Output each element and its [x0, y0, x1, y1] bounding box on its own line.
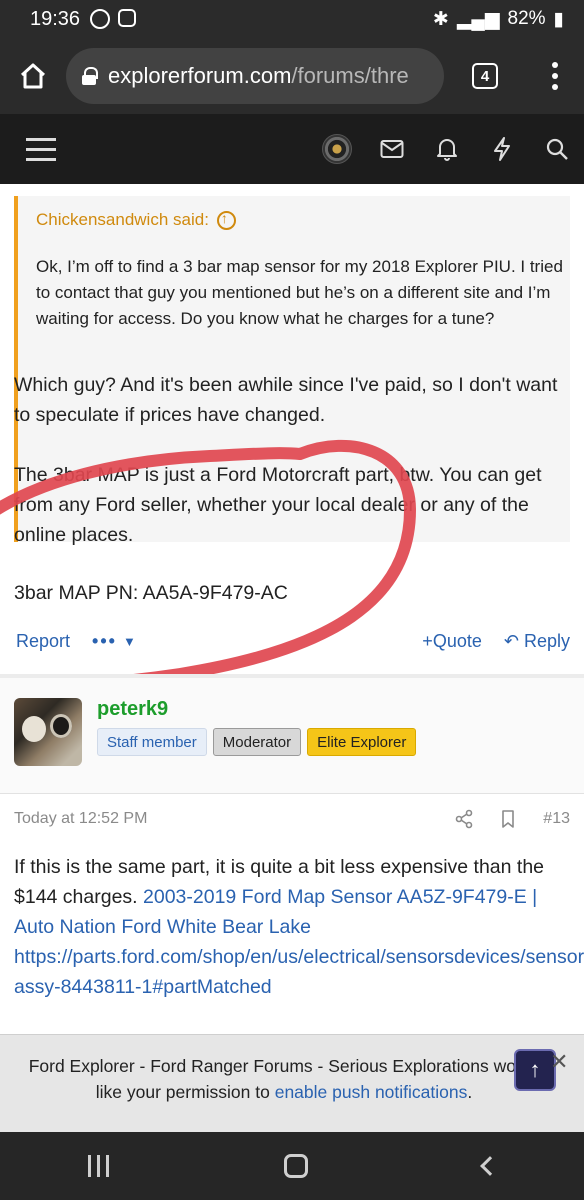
- arrow-up-icon: ↑: [529, 1057, 541, 1082]
- status-bar: 19:36 ✱ ▂▄▆ 82% ▮: [0, 0, 584, 38]
- post-meta: Today at 12:52 PM #13: [0, 794, 584, 844]
- post-paragraph: The 3bar MAP is just a Ford Motorcraft p…: [14, 464, 542, 546]
- share-icon[interactable]: [455, 809, 473, 829]
- envelope-icon: [380, 140, 403, 158]
- battery-icon: ▮: [553, 8, 564, 30]
- search-button[interactable]: [529, 114, 584, 184]
- tab-switcher-button[interactable]: 4: [444, 63, 526, 89]
- bluetooth-icon: ✱: [432, 8, 449, 30]
- post-actions: Report ••• ▼ +Quote ↶ Reply: [16, 626, 570, 656]
- status-time: 19:36: [30, 7, 81, 30]
- push-notification-banner: Ford Explorer - Ford Ranger Forums - Ser…: [0, 1034, 584, 1132]
- post-author-block: peterk9 Staff member Moderator Elite Exp…: [0, 678, 584, 794]
- account-avatar-button[interactable]: [309, 114, 364, 184]
- username-link[interactable]: peterk9: [97, 698, 168, 721]
- post-timestamp[interactable]: Today at 12:52 PM: [14, 810, 147, 828]
- quote-button[interactable]: +Quote: [422, 631, 482, 652]
- whatsapp-icon: [90, 9, 111, 29]
- browser-toolbar: explorerforum.com/forums/thre 4: [0, 38, 584, 114]
- url-host: explorerforum.com: [108, 63, 292, 88]
- battery-level: 82%: [507, 8, 546, 29]
- thread-content: Chickensandwich said: Ok, I’m off to fin…: [0, 184, 584, 1034]
- moderator-badge: Moderator: [212, 728, 302, 756]
- address-bar[interactable]: explorerforum.com/forums/thre: [66, 48, 444, 104]
- post-body: If this is the same part, it is quite a …: [14, 852, 584, 1002]
- avatar: [321, 134, 352, 164]
- url-path: /forums/thre: [291, 63, 409, 88]
- home-button[interactable]: [0, 38, 66, 114]
- more-options-button[interactable]: •••: [92, 631, 117, 652]
- forum-header: [0, 114, 584, 184]
- reply-arrow-icon: ↶: [503, 630, 519, 651]
- plus-icon: +: [422, 630, 433, 651]
- elite-badge: Elite Explorer: [307, 728, 417, 756]
- whats-new-button[interactable]: [474, 114, 529, 184]
- post-paragraph: Which guy? And it's been awhile since I'…: [14, 374, 558, 426]
- user-avatar[interactable]: [14, 698, 82, 766]
- instagram-icon: [118, 9, 137, 27]
- bell-icon: [436, 139, 457, 161]
- post-paragraph: 3bar MAP PN: AA5A-9F479-AC: [14, 582, 288, 604]
- home-icon: [20, 63, 46, 89]
- report-link[interactable]: Report: [16, 631, 70, 652]
- quote-author-link[interactable]: Chickensandwich said:: [36, 210, 236, 230]
- quote-text: Ok, I’m off to find a 3 bar map sensor f…: [36, 257, 563, 328]
- inbox-button[interactable]: [364, 114, 419, 184]
- system-nav-bar: [0, 1132, 584, 1200]
- bookmark-icon[interactable]: [501, 809, 515, 829]
- browser-menu-button[interactable]: [526, 62, 584, 90]
- quote-author: Chickensandwich said:: [36, 210, 209, 229]
- jump-to-quote-icon[interactable]: [216, 210, 236, 230]
- staff-badge: Staff member: [97, 728, 207, 756]
- lock-icon: [82, 67, 98, 85]
- search-icon: [546, 138, 568, 160]
- close-icon[interactable]: ✕: [550, 1049, 568, 1075]
- chevron-down-icon[interactable]: ▼: [123, 634, 136, 649]
- back-button[interactable]: [479, 1156, 500, 1176]
- tab-count: 4: [472, 63, 498, 89]
- reply-button[interactable]: ↶ Reply: [504, 631, 570, 652]
- lightning-icon: [493, 137, 510, 161]
- signal-icon: ▂▄▆: [456, 8, 500, 30]
- menu-icon[interactable]: [0, 137, 82, 161]
- post-number-link[interactable]: #13: [543, 810, 570, 828]
- recent-apps-button[interactable]: [87, 1155, 109, 1177]
- home-nav-button[interactable]: [283, 1154, 308, 1178]
- enable-push-link[interactable]: enable push notifications: [275, 1082, 468, 1102]
- alerts-button[interactable]: [419, 114, 474, 184]
